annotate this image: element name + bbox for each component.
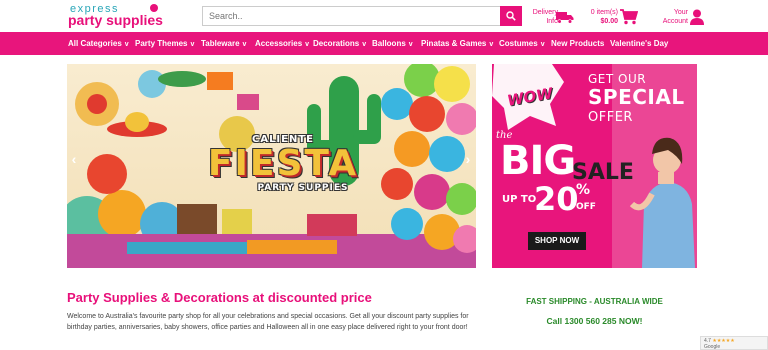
shipping-notice: FAST SHIPPING - AUSTRALIA WIDE (526, 297, 663, 306)
chevron-down-icon: v (124, 41, 129, 48)
nav-pinatas-games[interactable]: Pinatas & Games v (421, 32, 493, 55)
page-title: Party Supplies & Decorations at discount… (67, 290, 372, 305)
shop-now-button[interactable]: SHOP NOW (528, 232, 586, 250)
nav-label: Valentine's Day (610, 39, 669, 48)
chevron-down-icon: v (305, 41, 310, 48)
site-logo[interactable]: express party supplies (68, 3, 163, 29)
account-label-1: Your (673, 9, 688, 16)
account-label-2: Account (662, 18, 688, 25)
chevron-down-icon: v (489, 41, 494, 48)
promo-offer: OFFER (588, 110, 633, 125)
cart-icon[interactable] (620, 9, 638, 25)
nav-label: Balloons (372, 39, 406, 48)
delivery-info-link[interactable]: Delivery Info (522, 8, 558, 26)
promo-big: BIG (500, 138, 576, 184)
chevron-down-icon: v (242, 41, 247, 48)
slider-prev-arrow[interactable]: ‹ (69, 150, 79, 168)
promo-banner[interactable]: WOW GET OUR SPECIAL OFFER the BIG SALE U… (492, 64, 697, 268)
nav-costumes[interactable]: Costumes v (499, 32, 545, 55)
search-input[interactable] (203, 7, 501, 25)
promo-special: SPECIAL (588, 85, 685, 109)
rating-source: Google (704, 344, 721, 350)
google-rating-badge[interactable]: 4.7 ★★★★★ Google (700, 336, 768, 350)
chevron-down-icon: v (362, 41, 367, 48)
delivery-truck-icon[interactable] (556, 11, 574, 24)
nav-label: Tableware (201, 39, 240, 48)
nav-valentines-day[interactable]: Valentine's Day (610, 32, 671, 55)
cart-total: $0.00 (600, 18, 618, 25)
chevron-down-icon: v (190, 41, 195, 48)
nav-decorations[interactable]: Decorations v (313, 32, 366, 55)
chevron-down-icon: v (408, 41, 413, 48)
nav-label: All Categories (68, 39, 122, 48)
chevron-down-icon: v (540, 41, 545, 48)
main-nav: All Categories v Party Themes v Tableware v… (0, 32, 768, 55)
nav-label: Party Themes (135, 39, 188, 48)
nav-new-products[interactable]: New Products (551, 32, 607, 55)
nav-label: Pinatas & Games (421, 39, 487, 48)
search-icon (506, 11, 516, 21)
promo-get-our: GET OUR (588, 72, 647, 86)
promo-percent-sign: % (576, 182, 591, 198)
cart-items-count: 0 item(s) (590, 9, 618, 16)
nav-party-themes[interactable]: Party Themes v (135, 32, 194, 55)
promo-up-to: UP TO (502, 194, 537, 205)
delivery-label-2: Info (546, 18, 558, 25)
cart-link[interactable]: 0 item(s) $0.00 (582, 8, 618, 26)
hero-slider[interactable]: CALIENTE FIESTA PARTY SUPPIES ‹ › (67, 64, 476, 268)
nav-label: Accessories (255, 39, 303, 48)
user-icon[interactable] (690, 9, 704, 25)
search-button[interactable] (500, 6, 522, 26)
hero-title-block: CALIENTE FIESTA PARTY SUPPIES (203, 134, 363, 193)
hero-fiesta: FIESTA (207, 143, 359, 184)
account-link[interactable]: Your Account (660, 8, 688, 26)
hero-party-supplies: PARTY SUPPIES (257, 183, 349, 193)
intro-paragraph: Welcome to Australia's favourite party s… (67, 313, 469, 331)
nav-label: Decorations (313, 39, 360, 48)
slider-next-arrow[interactable]: › (463, 150, 473, 168)
nav-balloons[interactable]: Balloons v (372, 32, 413, 55)
nav-label: New Products (551, 39, 605, 48)
delivery-label-1: Delivery (532, 9, 558, 16)
site-header: express party supplies Delivery Info 0 i… (0, 0, 768, 32)
nav-all-categories[interactable]: All Categories v (68, 32, 129, 55)
call-phone-link[interactable]: Call 1300 560 285 NOW! (492, 316, 697, 326)
nav-tableware[interactable]: Tableware v (201, 32, 246, 55)
promo-percent: 20 (534, 180, 579, 218)
promo-off: OFF (576, 202, 596, 212)
nav-accessories[interactable]: Accessories v (255, 32, 309, 55)
search-bar (202, 6, 522, 26)
logo-dot (150, 4, 158, 12)
logo-bottom-text: party supplies (68, 12, 163, 28)
nav-label: Costumes (499, 39, 538, 48)
